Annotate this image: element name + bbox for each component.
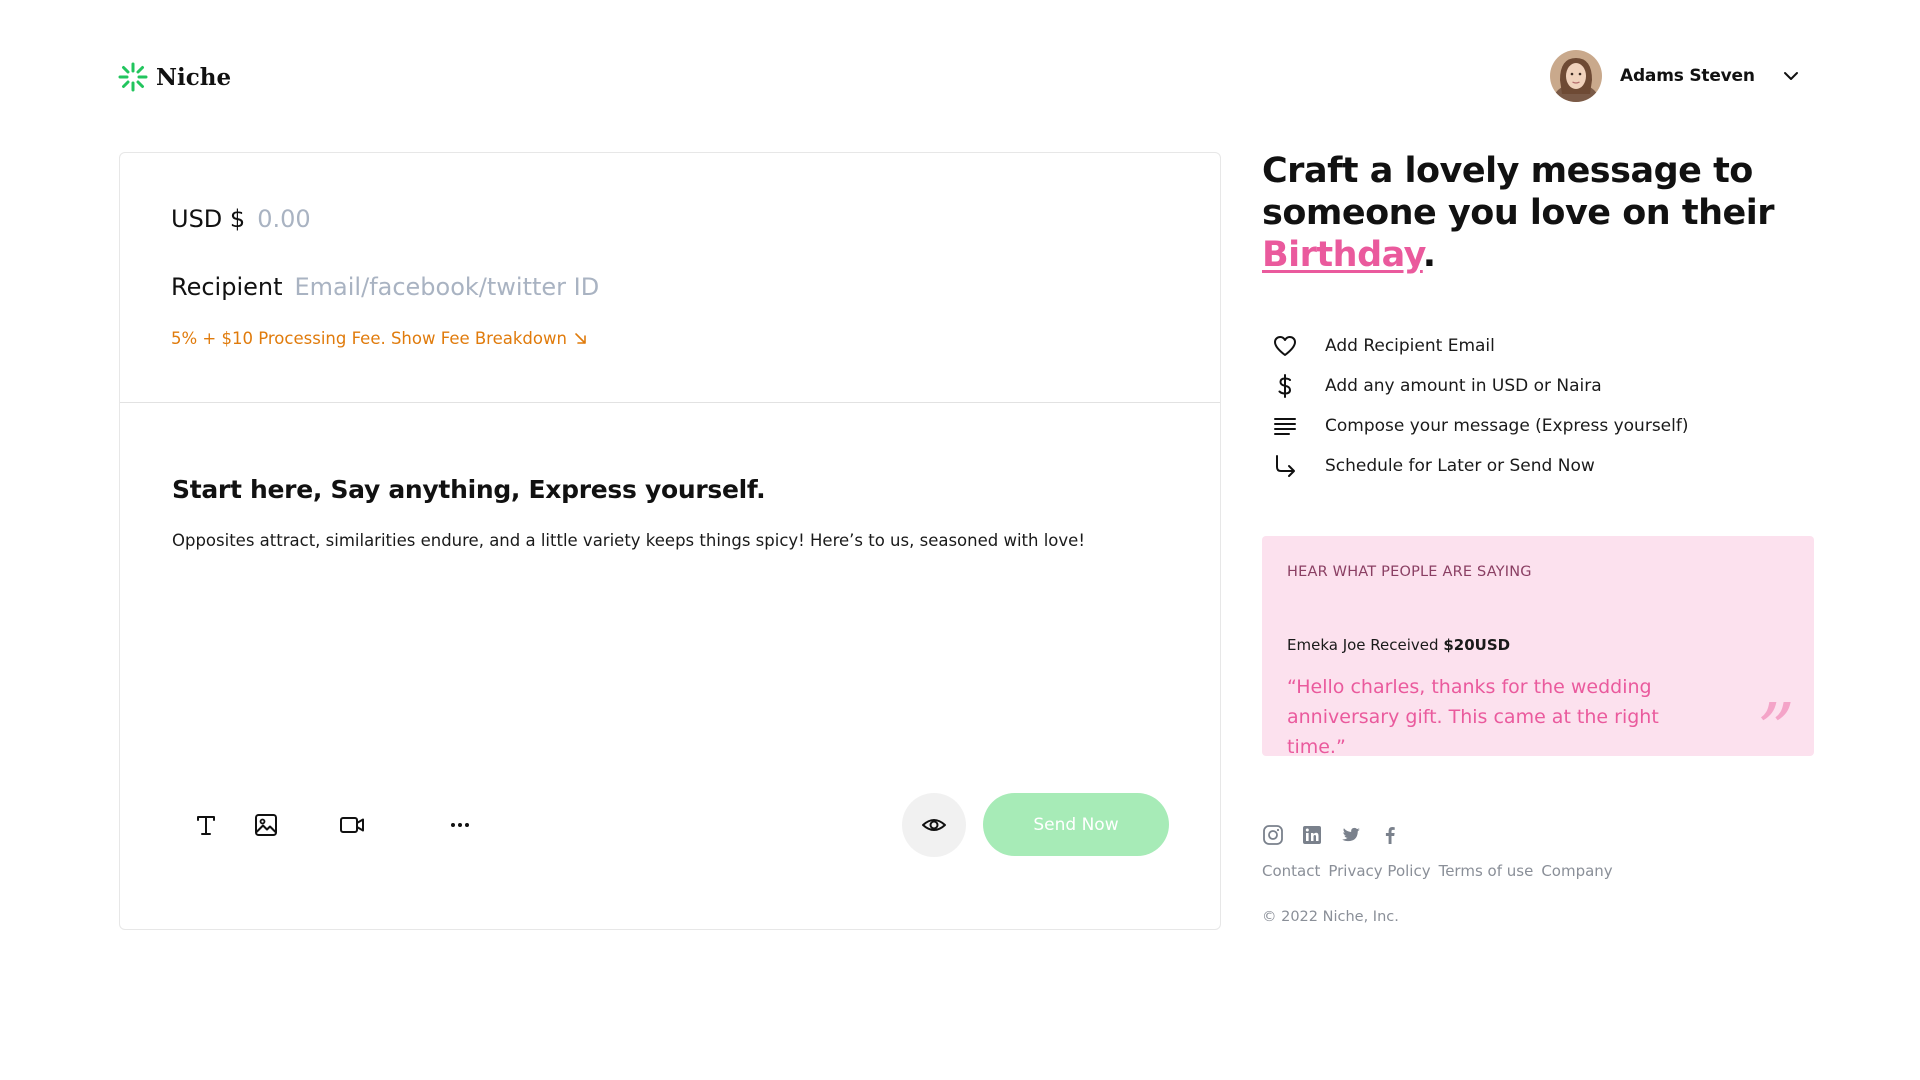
copyright: © 2022 Niche, Inc. (1262, 909, 1399, 925)
page-headline: Craft a lovely message to someone you lo… (1262, 150, 1782, 276)
headline-line1: Craft a lovely message to (1262, 151, 1753, 191)
arrow-turn-icon (1276, 455, 1295, 477)
quote-mark-icon: ” (1757, 688, 1795, 774)
twitter-icon[interactable] (1340, 824, 1362, 846)
footer-links: Contact Privacy Policy Terms of use Comp… (1262, 862, 1613, 880)
heart-icon (1274, 336, 1296, 356)
brand-name: Niche (156, 63, 232, 91)
send-now-button[interactable]: Send Now (983, 793, 1169, 856)
received-prefix: Emeka Joe Received (1287, 636, 1439, 654)
sparkle-logo-icon (118, 62, 148, 92)
headline-accent-word[interactable]: Birthday (1262, 235, 1423, 275)
headline-end: . (1422, 235, 1436, 275)
facebook-icon[interactable] (1379, 824, 1401, 846)
testimonial-heading: HEAR WHAT PEOPLE ARE SAYING (1287, 564, 1532, 580)
footer-link-contact[interactable]: Contact (1262, 862, 1320, 880)
footer-link-terms[interactable]: Terms of use (1439, 862, 1534, 880)
message-body[interactable]: Opposites attract, similarities endure, … (172, 531, 1085, 550)
video-icon[interactable] (338, 811, 366, 839)
step-label: Compose your message (Express yourself) (1325, 416, 1689, 436)
logo[interactable]: Niche (118, 62, 231, 92)
user-name: Adams Steven (1620, 66, 1755, 86)
chevron-down-icon[interactable] (1782, 67, 1800, 85)
step-item: Add any amount in USD or Naira (1272, 373, 1602, 399)
step-item: Add Recipient Email (1272, 333, 1495, 359)
testimonial-card: HEAR WHAT PEOPLE ARE SAYING Emeka Joe Re… (1262, 536, 1814, 768)
step-label: Add any amount in USD or Naira (1325, 376, 1602, 396)
user-menu[interactable]: Adams Steven (1550, 50, 1798, 102)
compose-card: USD $ Recipient 5% + $10 Processing Fee.… (119, 152, 1221, 930)
payment-section: USD $ Recipient 5% + $10 Processing Fee.… (120, 153, 1220, 403)
arrow-down-right-icon (575, 332, 586, 344)
social-links (1262, 824, 1401, 846)
step-label: Add Recipient Email (1325, 336, 1495, 356)
recipient-row: Recipient (171, 273, 795, 301)
align-icon (1274, 418, 1296, 435)
image-icon[interactable] (252, 811, 280, 839)
text-icon[interactable] (192, 811, 220, 839)
instagram-icon[interactable] (1262, 824, 1284, 846)
step-label: Schedule for Later or Send Now (1325, 456, 1595, 476)
received-amount: $20USD (1443, 636, 1511, 654)
recipient-label: Recipient (171, 273, 283, 301)
dollar-icon (1278, 374, 1292, 398)
testimonial-quote: “Hello charles, thanks for the wedding a… (1287, 676, 1659, 758)
currency-label: USD $ (171, 205, 246, 233)
fee-text: 5% + $10 Processing Fee. Show Fee Breakd… (171, 329, 567, 348)
amount-input[interactable] (257, 205, 558, 233)
amount-row: USD $ (171, 205, 558, 233)
more-icon[interactable] (446, 811, 474, 839)
message-title[interactable]: Start here, Say anything, Express yourse… (172, 475, 766, 504)
linkedin-icon[interactable] (1301, 824, 1323, 846)
eye-icon (922, 819, 946, 831)
testimonial-received: Emeka Joe Received $20USD (1287, 636, 1510, 654)
step-item: Compose your message (Express yourself) (1272, 413, 1688, 439)
headline-line2: someone you love on their (1262, 193, 1775, 233)
preview-button[interactable] (902, 793, 966, 857)
step-item: Schedule for Later or Send Now (1272, 453, 1595, 479)
footer-link-company[interactable]: Company (1541, 862, 1612, 880)
fee-breakdown-link[interactable]: 5% + $10 Processing Fee. Show Fee Breakd… (171, 329, 589, 348)
recipient-input[interactable] (294, 273, 795, 301)
footer-link-privacy[interactable]: Privacy Policy (1328, 862, 1430, 880)
avatar[interactable] (1550, 50, 1602, 102)
